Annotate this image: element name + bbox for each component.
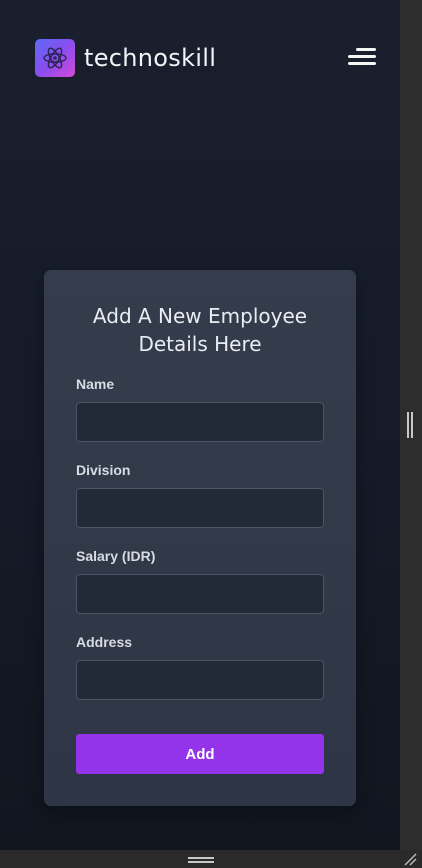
vertical-resize-grip-icon[interactable] <box>407 412 413 438</box>
add-employee-form: Add A New Employee Details Here Name Div… <box>44 270 356 806</box>
brand-name[interactable]: technoskill <box>84 44 216 72</box>
add-button[interactable]: Add <box>76 734 324 774</box>
name-input[interactable] <box>76 402 324 442</box>
address-label: Address <box>76 634 133 650</box>
form-title: Add A New Employee Details Here <box>92 304 308 356</box>
address-input[interactable] <box>76 660 324 700</box>
resize-corner-icon[interactable] <box>402 852 418 866</box>
horizontal-resize-grip-icon[interactable] <box>188 857 214 863</box>
app-viewport: technoskill Add A New Employee Details H… <box>0 0 400 850</box>
salary-input[interactable] <box>76 574 324 614</box>
hamburger-menu-icon[interactable] <box>348 48 376 66</box>
atom-icon <box>43 47 67 69</box>
division-input[interactable] <box>76 488 324 528</box>
brand-logo[interactable] <box>35 39 75 77</box>
salary-label: Salary (IDR) <box>76 548 156 564</box>
name-label: Name <box>76 376 115 392</box>
division-label: Division <box>76 462 131 478</box>
navbar: technoskill <box>35 38 376 78</box>
